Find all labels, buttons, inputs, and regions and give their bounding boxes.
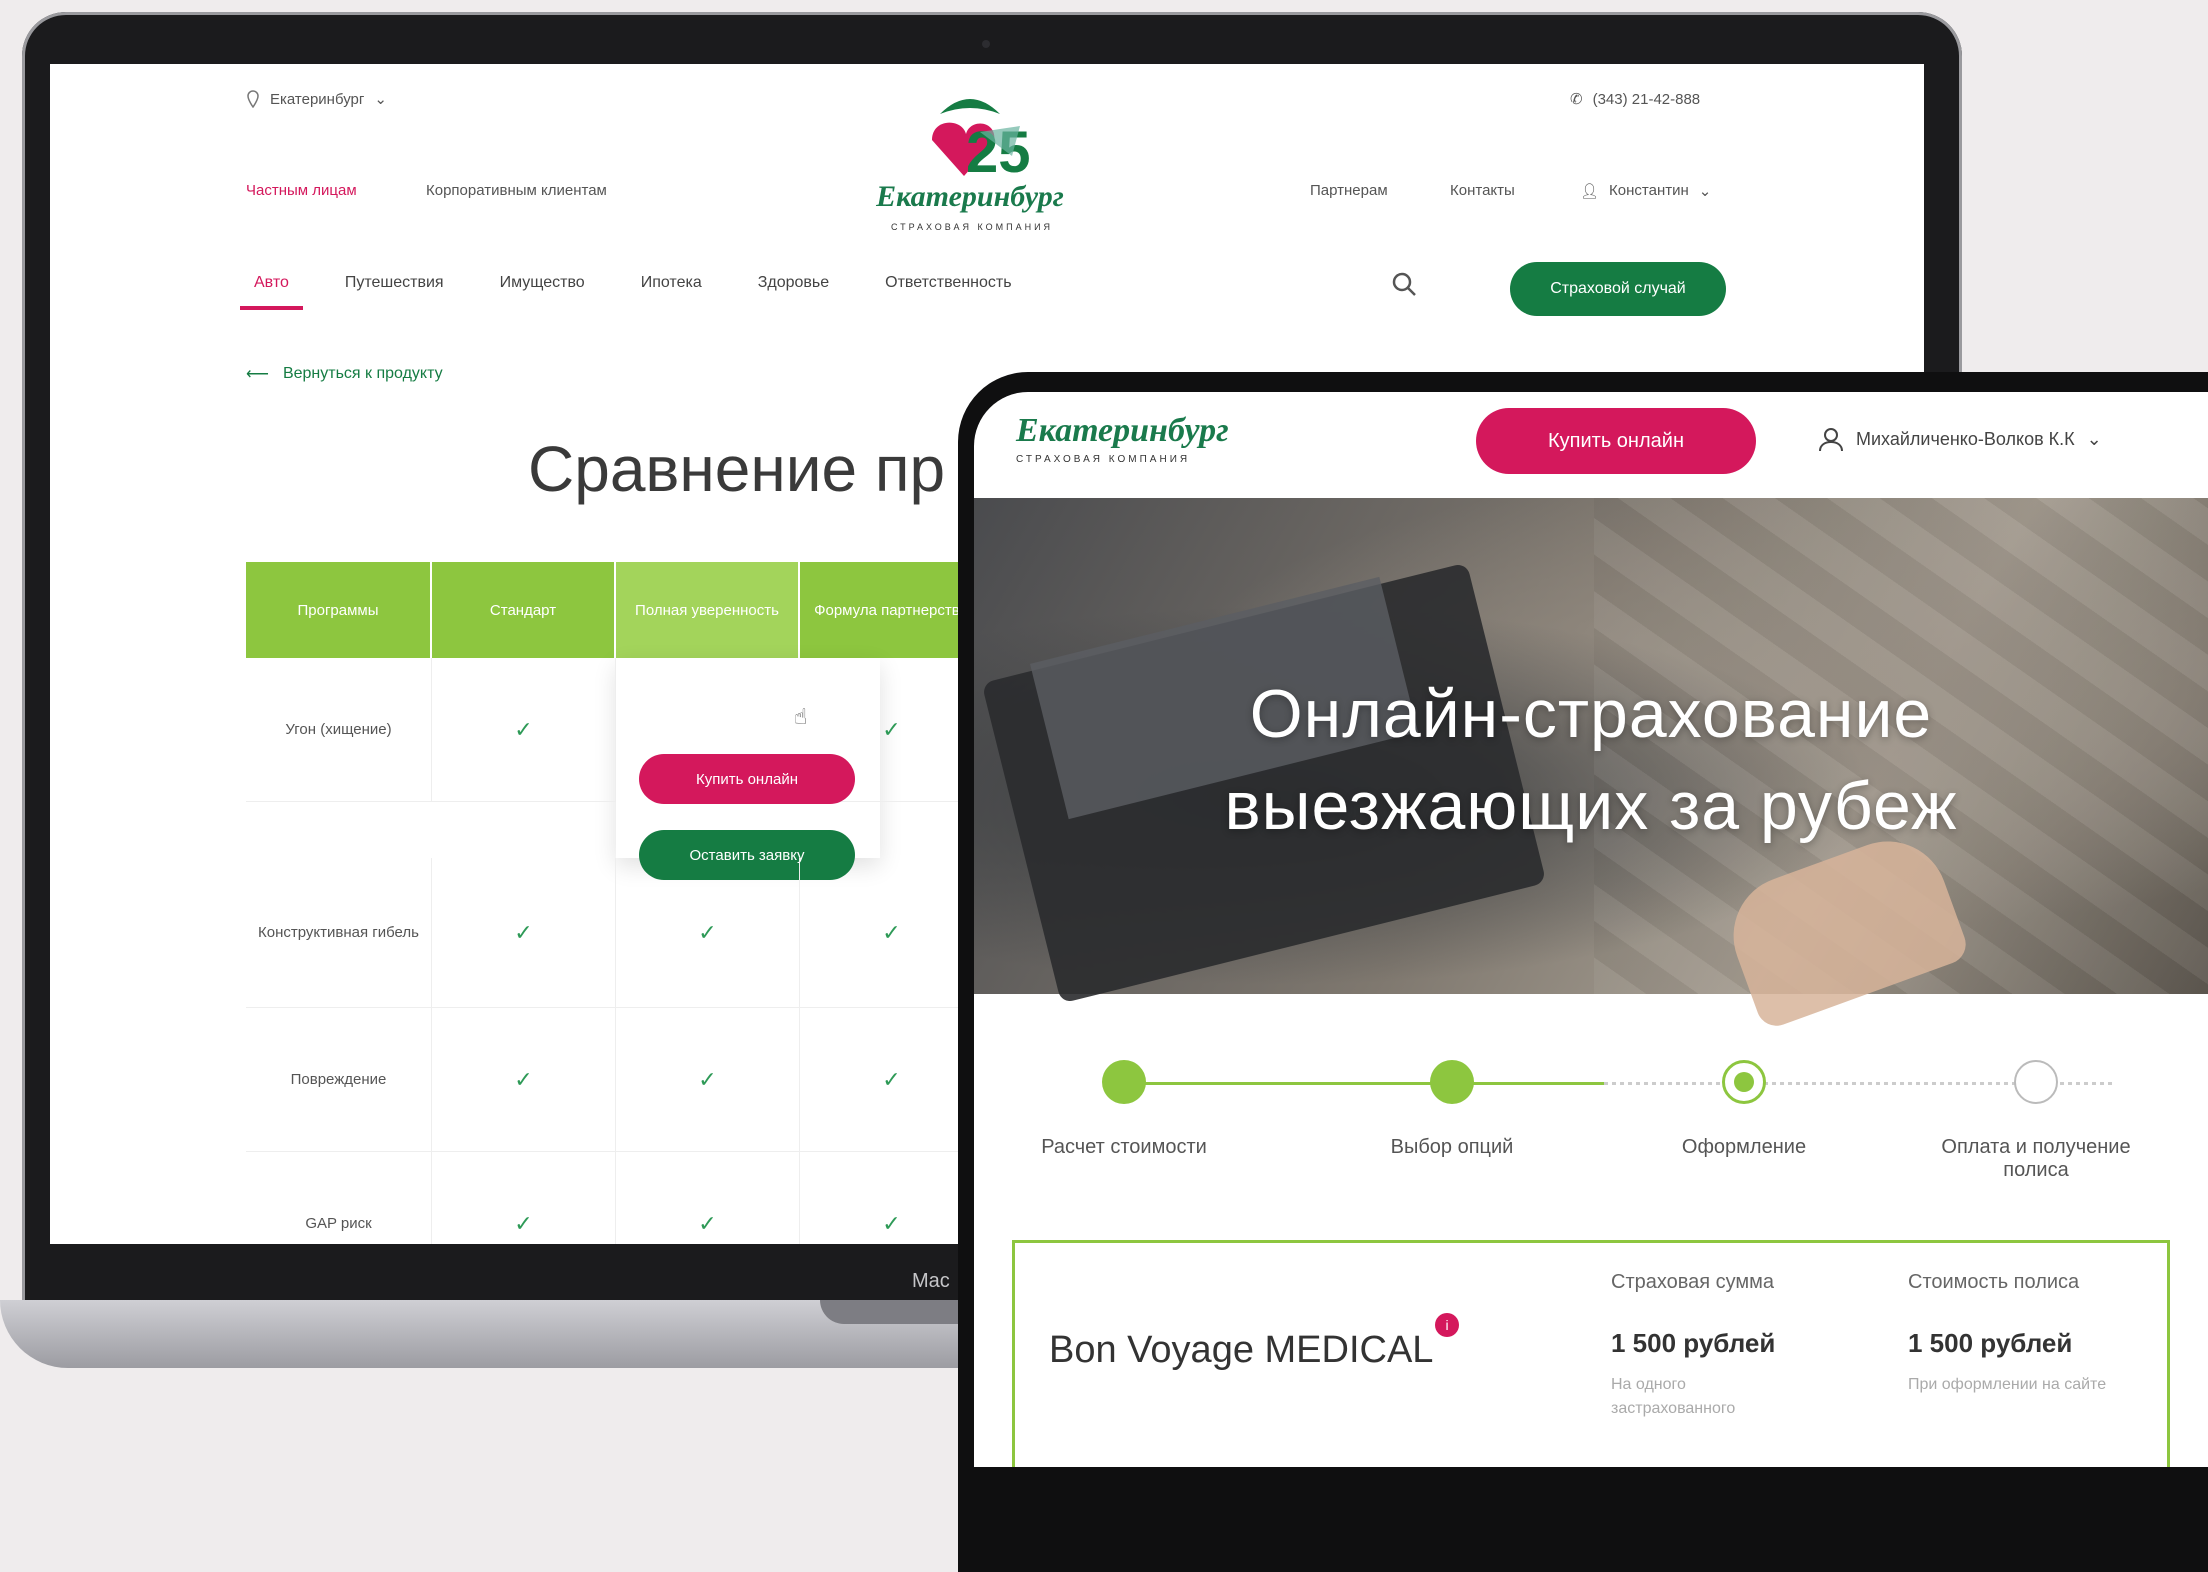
table-cell: ✓ <box>432 1008 616 1152</box>
hero-banner: Онлайн-страхование выезжающих за рубеж <box>974 498 2208 1032</box>
nav-mortgage[interactable]: Ипотека <box>613 260 730 310</box>
back-link-label: Вернуться к продукту <box>282 365 443 382</box>
product-name: Bon Voyage MEDICAL <box>1049 1329 1434 1371</box>
step-dot-done <box>1102 1060 1146 1104</box>
table-cell: ✓ <box>616 858 800 1008</box>
location-pin-icon <box>247 90 259 108</box>
logo-25-emblem: 25 <box>932 99 1031 185</box>
table-cell: ✓ <box>432 1152 616 1244</box>
user-menu[interactable]: Михайличенко-Волков К.К ⌄ <box>1818 426 2102 452</box>
table-cell: ✓ <box>432 658 616 802</box>
row-label: Повреждение <box>246 1008 432 1152</box>
progress-steps: Расчет стоимости Выбор опций Оформление … <box>974 1042 2208 1182</box>
arrow-left-icon: ⟵ <box>246 366 269 383</box>
check-icon: ✓ <box>698 1210 717 1236</box>
product-card: Bon Voyage MEDICAL i Страховая сумма 1 5… <box>1012 1240 2170 1467</box>
table-header: Формула партнерства <box>800 562 984 658</box>
hero-title: Онлайн-страхование выезжающих за рубеж <box>974 668 2208 852</box>
contacts-link[interactable]: Контакты <box>1450 182 1515 199</box>
check-icon: ✓ <box>698 919 717 945</box>
city-label: Екатеринбург <box>270 90 365 108</box>
back-link[interactable]: ⟵ Вернуться к продукту <box>246 364 443 384</box>
desktop-header: Екатеринбург ⌄ ✆ (343) 21-42-888 25 Екат… <box>50 64 1924 232</box>
insured-sum-label: Страховая сумма <box>1611 1271 1775 1293</box>
user-icon: 👤︎ <box>1580 183 1600 200</box>
segment-corporate[interactable]: Корпоративным клиентам <box>426 182 607 199</box>
step-label: Выбор опций <box>1390 1136 1514 1158</box>
hero-title-line: выезжающих за рубеж <box>1224 768 1958 844</box>
table-cell: ✓ <box>432 858 616 1008</box>
user-icon <box>1819 428 1843 452</box>
row-label: Угон (хищение) <box>246 658 432 802</box>
search-icon[interactable] <box>1390 270 1418 298</box>
policy-price-value: 1 500 рублей <box>1908 1328 2073 1358</box>
table-header: Стандарт <box>432 562 616 658</box>
policy-price-note: При оформлении на сайте <box>1908 1376 2107 1393</box>
step-label: Оплата и получение полиса <box>1941 1136 2131 1181</box>
table-header: Программы <box>246 562 432 658</box>
insurance-claim-button[interactable]: Страховой случай <box>1510 262 1726 316</box>
camera <box>982 40 990 48</box>
city-selector[interactable]: Екатеринбург ⌄ <box>246 90 387 108</box>
step-label: Оформление <box>1681 1136 1807 1158</box>
check-icon: ✓ <box>698 1066 717 1092</box>
table-cell: ✓ <box>800 858 984 1008</box>
insured-sum-column: Страховая сумма 1 500 рублей На одного з… <box>1611 1271 1811 1421</box>
progress-line-done <box>1124 1082 1604 1085</box>
user-name: Михайличенко-Волков К.К <box>1856 428 2075 449</box>
tablet-screen: Екатеринбург СТРАХОВАЯ КОМПАНИЯ Купить о… <box>974 392 2208 1467</box>
row-label: GAP риск <box>246 1152 432 1244</box>
step-dot-todo <box>2014 1060 2058 1104</box>
check-icon: ✓ <box>882 1066 901 1092</box>
insured-sum-value: 1 500 рублей <box>1611 1328 1776 1358</box>
insured-sum-note: На одного застрахованного <box>1611 1376 1736 1417</box>
check-icon: ✓ <box>882 1210 901 1236</box>
policy-price-label: Стоимость полиса <box>1908 1271 2080 1293</box>
nav-property[interactable]: Имущество <box>472 260 613 310</box>
hero-title-line: Онлайн-страхование <box>1249 676 1933 752</box>
check-icon: ✓ <box>882 919 901 945</box>
cursor-hand-icon: ☝︎ <box>794 704 808 729</box>
step-dot-done <box>1430 1060 1474 1104</box>
check-icon: ✓ <box>514 919 533 945</box>
table-header: Полная уверенность <box>616 562 800 658</box>
nav-travel[interactable]: Путешествия <box>317 260 472 310</box>
policy-price-column: Стоимость полиса 1 500 рублей При оформл… <box>1908 1271 2108 1397</box>
step-dot-current <box>1722 1060 1766 1104</box>
page-title: Сравнение пр <box>528 433 946 505</box>
check-icon: ✓ <box>514 716 533 742</box>
tablet-logo[interactable]: Екатеринбург <box>1016 412 1229 450</box>
segment-private[interactable]: Частным лицам <box>246 182 357 199</box>
main-nav: Авто Путешествия Имущество Ипотека Здоро… <box>226 260 1040 310</box>
table-cell: ✓ <box>800 1008 984 1152</box>
logo-name: Екатеринбург <box>876 180 1064 213</box>
step-label: Расчет стоимости <box>1041 1136 1207 1158</box>
row-label: Конструктивная гибель <box>246 858 432 1008</box>
check-icon: ✓ <box>514 1210 533 1236</box>
chevron-down-icon: ⌄ <box>2086 428 2102 449</box>
table-cell: ✓ <box>800 1152 984 1244</box>
phone-number: (343) 21-42-888 <box>1592 90 1701 108</box>
buy-online-button[interactable]: Купить онлайн <box>1476 408 1756 474</box>
check-icon: ✓ <box>514 1066 533 1092</box>
phone[interactable]: ✆ (343) 21-42-888 <box>1570 90 1701 109</box>
nav-auto[interactable]: Авто <box>226 260 317 310</box>
user-menu[interactable]: 👤︎ Константин ⌄ <box>1580 182 1711 200</box>
table-cell: ✓ <box>616 1152 800 1244</box>
tablet-logo-subtitle: СТРАХОВАЯ КОМПАНИЯ <box>1016 454 1191 465</box>
phone-icon: ✆ <box>1570 91 1583 108</box>
buy-online-button[interactable]: Купить онлайн <box>639 754 855 804</box>
chevron-down-icon: ⌄ <box>1698 183 1712 200</box>
nav-health[interactable]: Здоровье <box>730 260 857 310</box>
chevron-down-icon: ⌄ <box>374 91 387 108</box>
check-icon: ✓ <box>882 716 901 742</box>
info-icon[interactable]: i <box>1435 1313 1459 1337</box>
logo[interactable]: 25 Екатеринбург СТРАХОВАЯ КОМПАНИЯ <box>870 84 1070 232</box>
laptop-brand-label: Mac <box>912 1270 950 1292</box>
table-cell: ✓ <box>616 1008 800 1152</box>
partners-link[interactable]: Партнерам <box>1310 182 1388 199</box>
logo-subtitle: СТРАХОВАЯ КОМПАНИЯ <box>890 222 1054 232</box>
nav-liability[interactable]: Ответственность <box>857 260 1039 310</box>
user-name: Константин <box>1609 182 1689 199</box>
